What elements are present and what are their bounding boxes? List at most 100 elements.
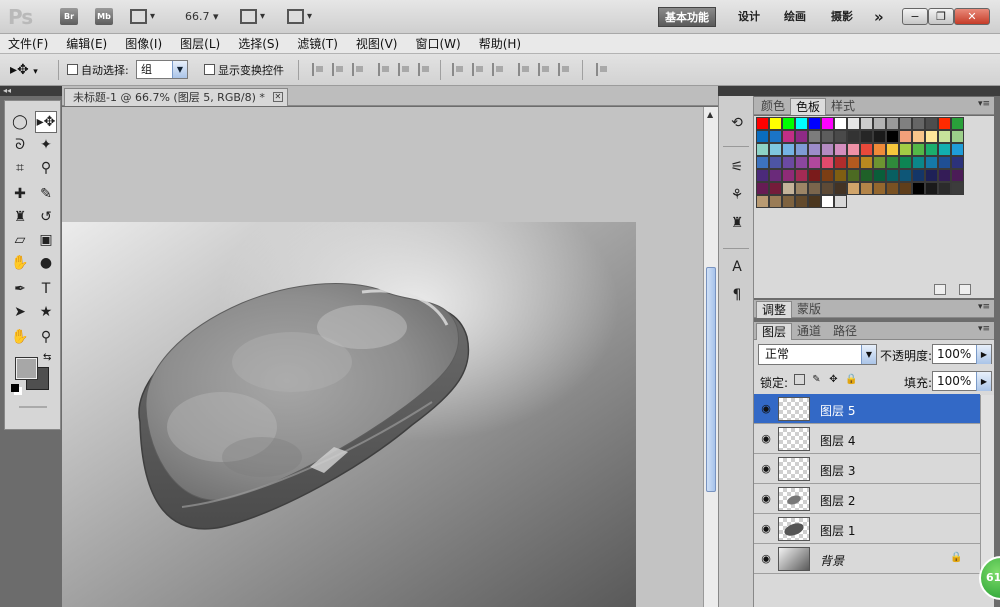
delete-swatch-icon[interactable] <box>959 284 971 295</box>
color-swatch[interactable] <box>808 169 821 182</box>
brush-panel-icon[interactable]: ⚘ <box>728 186 746 204</box>
menu-window[interactable]: 窗口(W) <box>415 35 460 52</box>
tab-layers[interactable]: 图层 <box>756 323 793 340</box>
visibility-eye-icon[interactable]: ◉ <box>758 462 774 476</box>
align-hcenter-icon[interactable] <box>398 63 410 76</box>
menu-view[interactable]: 视图(V) <box>356 35 398 52</box>
color-swatch[interactable] <box>834 182 847 195</box>
color-swatch[interactable] <box>873 117 886 130</box>
document-tab[interactable]: 未标题-1 @ 66.7% (图层 5, RGB/8) * ✕ <box>64 88 288 106</box>
color-swatch[interactable] <box>951 130 964 143</box>
color-swatch[interactable] <box>808 117 821 130</box>
color-swatch[interactable] <box>782 143 795 156</box>
menu-select[interactable]: 选择(S) <box>238 35 279 52</box>
color-swatch[interactable] <box>873 130 886 143</box>
workspace-essentials[interactable]: 基本功能 <box>658 7 716 27</box>
brush-tool-icon[interactable]: ✎ <box>35 183 57 205</box>
menu-file[interactable]: 文件(F) <box>8 35 48 52</box>
color-swatch[interactable] <box>769 130 782 143</box>
hand-tool-icon[interactable]: ✋ <box>9 326 31 348</box>
color-swatch[interactable] <box>769 195 782 208</box>
color-swatch[interactable] <box>951 117 964 130</box>
auto-select-checkbox[interactable] <box>67 64 78 75</box>
view-extras-button[interactable]: ▾ <box>130 8 155 25</box>
menu-layer[interactable]: 图层(L) <box>180 35 220 52</box>
color-swatch[interactable] <box>873 169 886 182</box>
visibility-eye-icon[interactable]: ◉ <box>758 432 774 446</box>
color-swatch[interactable] <box>821 195 834 208</box>
color-swatch[interactable] <box>886 143 899 156</box>
color-swatch[interactable] <box>756 130 769 143</box>
tab-masks[interactable]: 蒙版 <box>792 301 826 318</box>
color-swatch[interactable] <box>834 169 847 182</box>
color-swatch[interactable] <box>821 130 834 143</box>
zoom-tool-icon[interactable]: ⚲ <box>35 326 57 348</box>
lasso-tool-icon[interactable]: ᘐ <box>9 134 31 156</box>
color-swatch[interactable] <box>860 156 873 169</box>
path-selection-tool-icon[interactable]: ➤ <box>9 301 31 323</box>
paragraph-panel-icon[interactable]: ¶ <box>728 286 746 304</box>
clone-stamp-tool-icon[interactable]: ♜ <box>9 206 31 228</box>
color-swatch[interactable] <box>834 130 847 143</box>
color-swatch[interactable] <box>873 156 886 169</box>
lock-transparency-icon[interactable] <box>794 374 805 385</box>
fill-field[interactable]: 100% ▶ <box>932 371 992 391</box>
visibility-eye-icon[interactable]: ◉ <box>758 522 774 536</box>
minimize-button[interactable]: − <box>902 8 928 25</box>
lock-position-icon[interactable]: ✥ <box>828 374 839 385</box>
tab-adjustments[interactable]: 调整 <box>756 301 793 318</box>
chevron-right-icon[interactable]: ▶ <box>976 372 991 391</box>
workspace-painting[interactable]: 绘画 <box>784 7 806 27</box>
menu-image[interactable]: 图像(I) <box>125 35 162 52</box>
color-swatch[interactable] <box>795 117 808 130</box>
character-panel-icon[interactable]: A <box>728 258 746 276</box>
color-swatch[interactable] <box>808 143 821 156</box>
canvas-area[interactable] <box>62 107 703 607</box>
menu-edit[interactable]: 编辑(E) <box>66 35 107 52</box>
color-swatch[interactable] <box>899 156 912 169</box>
panel-menu-icon[interactable]: ▾≡ <box>978 324 990 334</box>
color-swatch[interactable] <box>860 169 873 182</box>
color-swatch[interactable] <box>821 156 834 169</box>
layer-row[interactable]: ◉ 图层 5 <box>754 394 980 424</box>
layer-row[interactable]: ◉ 图层 3 <box>754 454 980 484</box>
color-swatch[interactable] <box>847 182 860 195</box>
color-swatch[interactable] <box>925 182 938 195</box>
lock-pixels-icon[interactable]: ✎ <box>811 374 822 385</box>
color-swatch[interactable] <box>821 117 834 130</box>
eraser-tool-icon[interactable]: ▱ <box>9 229 31 251</box>
color-swatch[interactable] <box>873 143 886 156</box>
color-swatch[interactable] <box>847 143 860 156</box>
blend-mode-dropdown[interactable]: 正常 ▼ <box>758 344 877 365</box>
color-swatch[interactable] <box>899 130 912 143</box>
color-swatch[interactable] <box>951 169 964 182</box>
default-colors-icon[interactable] <box>11 384 19 392</box>
align-left-icon[interactable] <box>378 63 390 76</box>
history-panel-icon[interactable]: ⟲ <box>728 114 746 132</box>
color-swatch[interactable] <box>756 182 769 195</box>
gradient-tool-icon[interactable]: ▣ <box>35 229 57 251</box>
color-swatch[interactable] <box>925 130 938 143</box>
color-swatch[interactable] <box>782 130 795 143</box>
color-swatch[interactable] <box>795 182 808 195</box>
marquee-tool-icon[interactable]: ◯ <box>9 111 31 133</box>
align-bottom-icon[interactable] <box>352 63 364 76</box>
color-swatch[interactable] <box>847 117 860 130</box>
color-swatch[interactable] <box>938 143 951 156</box>
color-swatch[interactable] <box>925 169 938 182</box>
color-swatch[interactable] <box>782 156 795 169</box>
bridge-button[interactable]: Br <box>60 8 78 25</box>
color-swatch[interactable] <box>912 182 925 195</box>
color-swatch[interactable] <box>795 169 808 182</box>
color-swatch[interactable] <box>951 156 964 169</box>
arrange-documents-button[interactable]: ▾ <box>240 8 265 25</box>
color-swatch[interactable] <box>782 182 795 195</box>
color-swatch[interactable] <box>925 156 938 169</box>
panel-dock-strip[interactable] <box>718 86 754 96</box>
layer-row[interactable]: ◉ 图层 2 <box>754 484 980 514</box>
color-swatch[interactable] <box>951 143 964 156</box>
history-brush-tool-icon[interactable]: ↺ <box>35 206 57 228</box>
color-swatch[interactable] <box>899 182 912 195</box>
eyedropper-tool-icon[interactable]: ⚲ <box>35 157 57 179</box>
scrollbar-thumb[interactable] <box>706 267 716 492</box>
